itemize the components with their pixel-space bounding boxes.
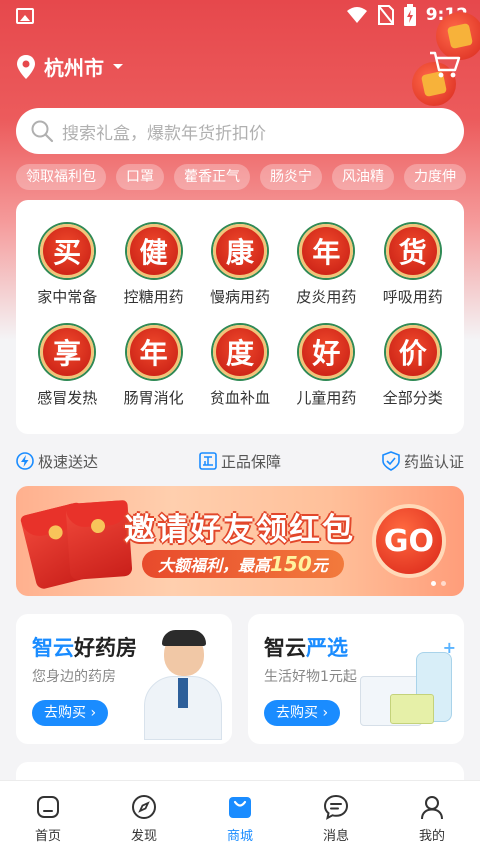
tab-discover[interactable]: 发现 [104, 793, 184, 844]
category-badge-icon: 康 [212, 224, 267, 278]
search-icon [31, 120, 54, 143]
category-badge-icon: 享 [40, 325, 95, 379]
cart-icon[interactable] [428, 50, 462, 80]
hot-tag[interactable]: 肠炎宁 [260, 164, 322, 190]
products-illustration: + [360, 638, 456, 738]
hot-tag[interactable]: 领取福利包 [16, 164, 106, 190]
buy-button[interactable]: 去购买 › [264, 700, 341, 726]
category-label: 慢病用药 [209, 288, 270, 306]
category-label: 儿童用药 [296, 389, 357, 407]
red-envelope-icon [65, 499, 133, 581]
tab-home[interactable]: 首页 [8, 793, 88, 844]
genuine-badge-icon [199, 452, 217, 470]
category-label: 贫血补血 [209, 389, 270, 407]
city-name: 杭州市 [44, 56, 104, 80]
category-item[interactable]: 买家中常备 [24, 224, 110, 307]
tab-mall[interactable]: 商城 [200, 793, 280, 844]
category-badge-icon: 买 [40, 224, 95, 278]
category-label: 呼吸用药 [382, 288, 443, 306]
bottom-tab-bar: 首页 发现 商城 消息 我的 [0, 780, 480, 853]
category-label: 全部分类 [382, 389, 443, 407]
status-bar: 9:12 [0, 0, 480, 32]
hot-tag[interactable]: 力度伸 [404, 164, 466, 190]
category-item[interactable]: 年皮炎用药 [283, 224, 369, 307]
category-item[interactable]: 货呼吸用药 [370, 224, 456, 307]
category-item[interactable]: 价全部分类 [370, 325, 456, 408]
category-label: 控糖用药 [123, 288, 184, 306]
category-item[interactable]: 好儿童用药 [283, 325, 369, 408]
tab-profile[interactable]: 我的 [392, 793, 472, 844]
service-guarantees: 极速送达 正品保障 药监认证 [16, 448, 464, 474]
battery-icon [403, 4, 416, 26]
category-badge-icon: 好 [299, 325, 354, 379]
compass-icon [132, 795, 156, 819]
location-selector[interactable]: 杭州市 [16, 52, 124, 81]
home-icon [37, 796, 59, 818]
selection-promo-card[interactable]: 智云严选 生活好物1元起 去购买 › + [248, 614, 464, 744]
category-item[interactable]: 享感冒发热 [24, 325, 110, 408]
category-badge-icon: 年 [126, 325, 181, 379]
wifi-icon [346, 7, 367, 23]
no-sim-icon [377, 5, 394, 25]
guarantee-genuine: 正品保障 [199, 451, 281, 472]
category-badge-icon: 价 [385, 325, 440, 379]
gallery-notification-icon [16, 8, 34, 24]
category-item[interactable]: 度贫血补血 [197, 325, 283, 408]
guarantee-certified: 药监认证 [382, 451, 464, 472]
tab-messages[interactable]: 消息 [296, 793, 376, 844]
user-icon [421, 796, 443, 820]
category-label: 肠胃消化 [123, 389, 184, 407]
guarantee-fast-delivery: 极速送达 [16, 451, 98, 472]
lightning-icon [16, 452, 34, 470]
category-badge-icon: 健 [126, 224, 181, 278]
category-badge-icon: 度 [212, 325, 267, 379]
search-placeholder: 搜索礼盒，爆款年货折扣价 [62, 123, 266, 144]
category-item[interactable]: 健控糖用药 [110, 224, 196, 307]
category-badge-icon: 年 [299, 224, 354, 278]
message-icon [323, 794, 349, 820]
promo-title: 智云严选 [264, 636, 348, 660]
category-item[interactable]: 年肠胃消化 [110, 325, 196, 408]
shopping-bag-icon [229, 797, 251, 818]
category-card: 买家中常备 健控糖用药 康慢病用药 年皮炎用药 货呼吸用药 享感冒发热 年肠胃消… [16, 200, 464, 434]
doctor-illustration [144, 630, 222, 740]
search-bar[interactable]: 搜索礼盒，爆款年货折扣价 [16, 108, 464, 154]
invite-friends-banner[interactable]: 邀请好友领红包 大额福利，最高150元 GO [16, 486, 464, 596]
promo-description: 生活好物1元起 [264, 669, 357, 685]
hot-tag[interactable]: 口罩 [116, 164, 164, 190]
carousel-indicator [431, 581, 446, 586]
hot-tag[interactable]: 藿香正气 [174, 164, 250, 190]
promo-description: 您身边的药房 [32, 669, 116, 685]
hot-tag[interactable]: 风油精 [332, 164, 394, 190]
category-label: 皮炎用药 [296, 288, 357, 306]
category-label: 感冒发热 [37, 389, 98, 407]
banner-subtitle: 大额福利，最高150元 [142, 550, 344, 578]
location-pin-icon [17, 54, 35, 79]
promo-title: 智云好药房 [32, 636, 137, 660]
category-label: 家中常备 [37, 288, 98, 306]
pharmacy-promo-card[interactable]: 智云好药房 您身边的药房 去购买 › [16, 614, 232, 744]
banner-title: 邀请好友领红包 [124, 512, 355, 548]
hot-search-tags: 领取福利包 口罩 藿香正气 肠炎宁 风油精 力度伸 [16, 164, 480, 192]
go-button[interactable]: GO [372, 504, 446, 578]
category-item[interactable]: 康慢病用药 [197, 224, 283, 307]
buy-button[interactable]: 去购买 › [32, 700, 109, 726]
category-badge-icon: 货 [385, 224, 440, 278]
caret-down-icon [113, 63, 123, 69]
shield-check-icon [382, 451, 400, 471]
